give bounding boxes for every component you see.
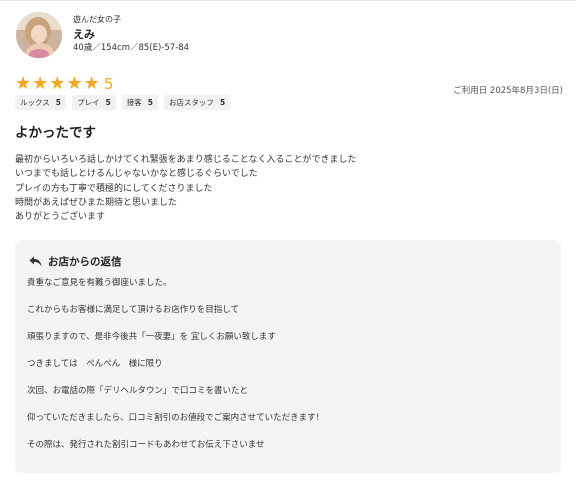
- category-chip: ルックス 5: [15, 95, 66, 110]
- reply-line: つきましては ぺんぺん 様に限り: [27, 359, 163, 369]
- star-icon: ★: [32, 73, 49, 94]
- review-line: いつまでも話しとけるんじゃないかなと感じるぐらいでした: [15, 169, 258, 180]
- reply-line: 頑張りますので、是非今後共「一夜妻」を 宜しくお願い致します: [27, 332, 276, 342]
- top-divider: [0, 0, 576, 1]
- category-label: プレイ: [77, 98, 100, 107]
- star-icon: ★: [66, 73, 83, 94]
- category-chip: プレイ 5: [72, 95, 116, 110]
- avatar[interactable]: [16, 12, 62, 58]
- reply-line: 次回、お電話の際「デリヘルタウン」で口コミを書いたと: [27, 386, 249, 396]
- category-value: 5: [219, 98, 226, 107]
- reply-title: お店からの返信: [48, 256, 122, 268]
- reply-line: 貴重なご意見を有難う御座いました。: [27, 278, 172, 288]
- star-rating: ★ ★ ★ ★ ★: [15, 75, 100, 93]
- reply-arrow-icon: [29, 252, 42, 271]
- review-line: プレイの方も丁寧で積極的にしてくださりました: [15, 183, 213, 194]
- girl-name[interactable]: えみ: [73, 26, 95, 42]
- reply-body: 貴重なご意見を有難う御座いました。 これからもお客様に満足して頂けるお店作りを目…: [27, 279, 324, 468]
- review-line: 最初からいろいろ話しかけてくれ緊張をあまり感じることなく入ることができました: [15, 155, 357, 165]
- review-body: 最初からいろいろ話しかけてくれ緊張をあまり感じることなく入ることができました い…: [15, 153, 356, 224]
- girl-spec: 40歳／154cm／85(E)-57-84: [73, 43, 190, 53]
- category-ratings: ルックス 5 プレイ 5 接客 5 お店スタッフ 5: [15, 95, 231, 110]
- category-label: お店スタッフ: [168, 98, 214, 107]
- review-title: よかったです: [15, 125, 96, 141]
- review-line: 時間があえばぜひまた期待と思いました: [15, 197, 178, 208]
- reply-header: お店からの返信: [29, 252, 122, 271]
- category-label: 接客: [126, 98, 142, 107]
- shop-reply-box: お店からの返信 貴重なご意見を有難う御座いました。 これからもお客様に満足して頂…: [15, 240, 561, 473]
- star-icon: ★: [15, 73, 32, 94]
- category-value: 5: [55, 98, 61, 107]
- reply-line: その際は、発行された割引コードもあわせてお伝え下さいませ: [27, 440, 265, 450]
- visit-date: ご利用日 2025年8月3日(日): [453, 86, 563, 96]
- category-value: 5: [147, 98, 153, 107]
- reply-line: 仰っていただきましたら、口コミ割引のお値段でご案内させていただきます！: [27, 413, 325, 423]
- category-chip: お店スタッフ 5: [163, 95, 231, 110]
- star-icon: ★: [83, 73, 100, 94]
- star-icon: ★: [49, 73, 66, 94]
- review-line: ありがとうございます: [15, 212, 106, 223]
- girl-caption: 遊んだ女の子: [73, 15, 121, 24]
- category-value: 5: [105, 98, 111, 107]
- reply-line: これからもお客様に満足して頂けるお店作りを目指して: [27, 305, 239, 315]
- rating-score: 5: [104, 75, 114, 93]
- category-label: ルックス: [20, 98, 50, 107]
- category-chip: 接客 5: [121, 95, 158, 110]
